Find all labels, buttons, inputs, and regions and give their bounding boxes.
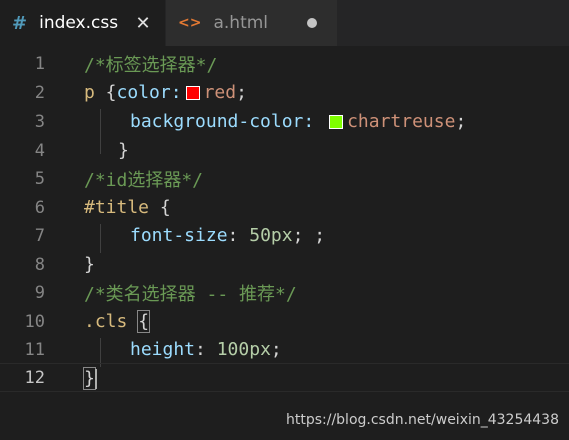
comment: /*标签选择器*/ [84, 54, 218, 76]
code-editor[interactable]: 1 /*标签选择器*/ 2 p {color: red; 3 background… [0, 46, 569, 440]
property: color: [116, 82, 182, 103]
selector: #title [84, 197, 150, 218]
line-number: 4 [34, 140, 45, 161]
line-number: 5 [34, 168, 45, 189]
semicolon: ; [270, 339, 282, 360]
html-file-icon: <> [178, 15, 202, 31]
code-line: 9 /*类名选择器 -- 推荐*/ [0, 278, 569, 307]
code-content: /*id选择器*/ [84, 164, 203, 193]
comment: /*类名选择器 -- 推荐*/ [84, 283, 297, 305]
close-brace: } [118, 140, 129, 161]
selector: p [84, 82, 95, 103]
value: red [203, 82, 237, 103]
line-number: 8 [34, 254, 45, 275]
code-line: 6 #title { [0, 193, 569, 222]
colon: : [227, 225, 250, 246]
color-swatch[interactable] [329, 114, 344, 129]
code-content: p {color: red; [84, 78, 247, 107]
tab-a-html[interactable]: <> a.html [165, 0, 337, 46]
number-value: 50px [249, 225, 293, 246]
code-content: font-size: 50px; ; [130, 221, 325, 250]
text-cursor [94, 368, 97, 389]
code-line: 2 p {color: red; [0, 78, 569, 107]
code-line: 8 } [0, 250, 569, 279]
code-content: } [83, 364, 97, 393]
current-line: 12 } [0, 363, 569, 392]
code-content: } [118, 136, 129, 165]
line-number: 10 [24, 311, 45, 332]
tab-bar: # index.css ✕ <> a.html [0, 0, 569, 46]
open-brace: { [94, 82, 117, 103]
line-number: 11 [24, 339, 45, 360]
line-number: 9 [34, 282, 45, 303]
code-content: /*类名选择器 -- 推荐*/ [84, 278, 297, 307]
close-brace: } [84, 254, 95, 275]
code-line: 10 .cls { [0, 307, 569, 336]
code-line: 3 background-color: chartreuse; [0, 107, 569, 136]
unsaved-dot-icon[interactable] [307, 18, 317, 28]
css-file-icon: # [12, 12, 28, 34]
code-content: } [84, 250, 95, 279]
semicolon: ; [236, 82, 247, 103]
tab-label: index.css [39, 13, 119, 33]
code-content: background-color: chartreuse; [130, 107, 466, 136]
semicolon: ; [455, 111, 467, 132]
line-number: 12 [24, 367, 45, 388]
code-line: 4 } [0, 136, 569, 165]
property: font-size [130, 225, 228, 246]
line-number: 2 [34, 82, 45, 103]
tab-index-css[interactable]: # index.css ✕ [0, 0, 165, 46]
color-swatch[interactable] [185, 85, 200, 100]
comment: /*id选择器*/ [84, 169, 204, 191]
line-number: 6 [34, 197, 45, 218]
number-value: 100px [216, 339, 271, 360]
line-number: 1 [34, 53, 45, 74]
value: chartreuse [347, 111, 456, 132]
code-line: 5 /*id选择器*/ [0, 164, 569, 193]
code-content: /*标签选择器*/ [84, 49, 217, 78]
code-line: 1 /*标签选择器*/ [0, 49, 569, 78]
line-number: 3 [34, 111, 45, 132]
property: background-color: [130, 111, 315, 132]
selector: .cls [84, 311, 128, 332]
watermark: https://blog.csdn.net/weixin_43254438 [285, 412, 559, 428]
code-content: #title { [84, 193, 171, 222]
colon: : [195, 339, 217, 360]
close-icon[interactable]: ✕ [133, 13, 153, 34]
open-brace: { [137, 310, 151, 333]
line-number: 7 [34, 225, 45, 246]
code-line: 11 height: 100px; [0, 335, 569, 364]
semicolon: ; ; [292, 225, 326, 246]
code-content: height: 100px; [130, 335, 282, 364]
close-brace: } [83, 367, 96, 390]
property: height [130, 339, 196, 360]
code-line: 7 font-size: 50px; ; [0, 221, 569, 250]
code-content: .cls { [84, 307, 151, 336]
open-brace: { [149, 197, 171, 218]
tab-label: a.html [213, 13, 269, 33]
